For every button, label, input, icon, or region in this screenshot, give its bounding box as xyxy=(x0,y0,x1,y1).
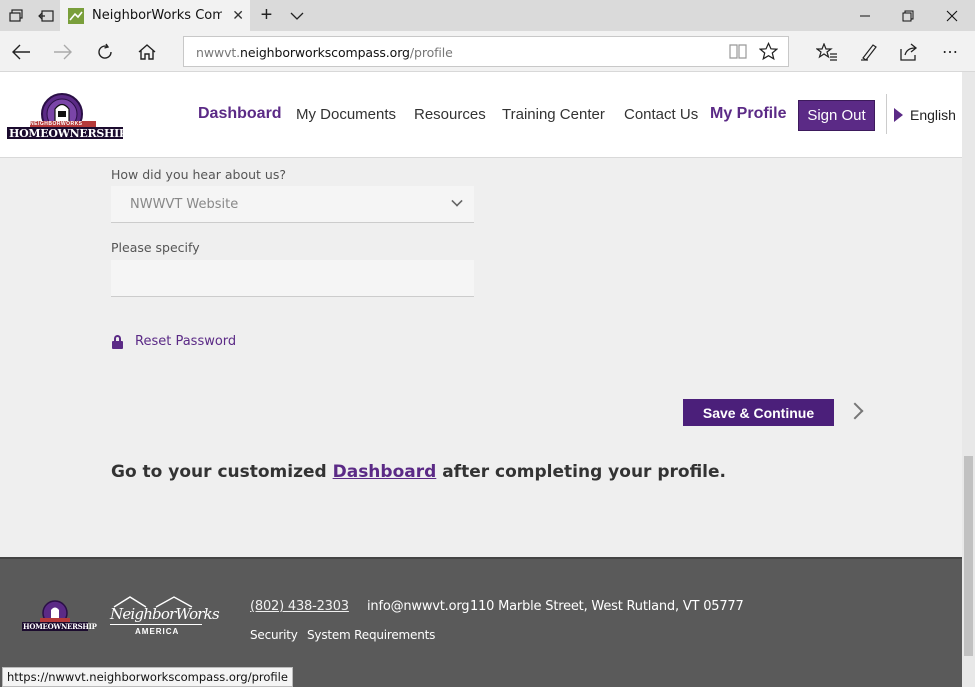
footer-system-requirements-link[interactable]: System Requirements xyxy=(307,628,435,642)
sign-out-button[interactable]: Sign Out xyxy=(798,100,875,131)
set-tabs-aside-icon[interactable] xyxy=(30,0,61,31)
nav-resources[interactable]: Resources xyxy=(414,106,486,123)
nav-dashboard[interactable]: Dashboard xyxy=(198,105,282,123)
minimize-icon[interactable] xyxy=(843,0,887,31)
site-favicon-icon xyxy=(68,7,84,24)
web-note-pen-icon[interactable] xyxy=(848,31,890,72)
tab-actions-icon[interactable] xyxy=(0,0,31,31)
favorite-star-icon[interactable] xyxy=(758,41,779,66)
nav-my-profile[interactable]: My Profile xyxy=(710,105,786,123)
home-icon[interactable] xyxy=(126,31,168,72)
refresh-icon[interactable] xyxy=(84,31,126,72)
footer-homeownership-logo[interactable]: HOMEOWNERSHIP xyxy=(22,599,97,633)
more-options-icon[interactable]: ⋯ xyxy=(930,31,972,72)
nav-my-documents[interactable]: My Documents xyxy=(296,106,396,123)
new-tab-icon[interactable]: + xyxy=(251,0,282,31)
language-arrow-icon[interactable] xyxy=(894,108,903,122)
page-viewport: NEIGHBORWORKS HOMEOWNERSHIP Dashboard My… xyxy=(0,72,962,687)
dashboard-prompt: Go to your customized Dashboard after co… xyxy=(111,462,726,482)
reading-view-icon[interactable] xyxy=(729,43,747,65)
neighborworks-logo-text: NeighborWorks xyxy=(110,605,220,623)
browser-titlebar: NeighborWorks Compa ✕ + xyxy=(0,0,975,31)
status-url-tooltip: https://nwwvt.neighborworkscompass.org/p… xyxy=(2,667,293,687)
footer-email-link[interactable]: info@nwwvt.org xyxy=(367,599,470,614)
scrollbar-thumb[interactable] xyxy=(964,456,973,656)
nav-contact-us[interactable]: Contact Us xyxy=(624,106,698,123)
please-specify-label: Please specify xyxy=(111,240,200,255)
footer-address: 110 Marble Street, West Rutland, VT 0577… xyxy=(470,599,744,614)
back-icon[interactable] xyxy=(0,31,42,72)
close-tab-icon[interactable]: ✕ xyxy=(232,7,244,24)
reset-password-label: Reset Password xyxy=(135,334,237,349)
dashboard-link[interactable]: Dashboard xyxy=(333,462,437,482)
browser-toolbar: nwwvt.neighborworkscompass.org/profile ⋯ xyxy=(0,31,975,72)
close-window-icon[interactable] xyxy=(930,0,974,31)
chevron-down-icon xyxy=(451,195,463,207)
page-scrollbar[interactable] xyxy=(962,72,975,687)
reset-password-link[interactable]: Reset Password xyxy=(112,334,236,349)
hear-about-select[interactable]: NWWVT Website xyxy=(111,186,474,223)
language-divider xyxy=(886,94,887,134)
footer-security-link[interactable]: Security xyxy=(250,628,298,642)
restore-icon[interactable] xyxy=(886,0,930,31)
favorites-hub-icon[interactable] xyxy=(806,31,848,72)
neighborworks-logo-sub: AMERICA xyxy=(135,627,180,636)
neighborworks-america-logo[interactable]: NeighborWorks AMERICA xyxy=(108,595,220,637)
lock-icon xyxy=(112,334,123,349)
logo-text: HOMEOWNERSHIP xyxy=(9,127,127,140)
site-header: NEIGHBORWORKS HOMEOWNERSHIP Dashboard My… xyxy=(0,72,962,158)
footer-logo-text: HOMEOWNERSHIP xyxy=(23,622,97,631)
chevron-right-icon[interactable] xyxy=(846,402,864,420)
homeownership-logo[interactable]: NEIGHBORWORKS HOMEOWNERSHIP xyxy=(6,92,127,144)
hear-about-value: NWWVT Website xyxy=(130,197,239,212)
save-continue-button[interactable]: Save & Continue xyxy=(683,399,834,426)
tab-list-chevron-icon[interactable] xyxy=(281,0,312,31)
language-selector[interactable]: English xyxy=(910,107,956,123)
tab-title: NeighborWorks Compa xyxy=(92,8,222,23)
hear-about-label: How did you hear about us? xyxy=(111,167,286,182)
forward-icon[interactable] xyxy=(42,31,84,72)
tab-neighborworks[interactable]: NeighborWorks Compa ✕ xyxy=(60,0,250,31)
please-specify-input[interactable] xyxy=(111,260,474,297)
nav-training-center[interactable]: Training Center xyxy=(502,106,605,123)
footer-phone-link[interactable]: (802) 438-2303 xyxy=(250,599,349,614)
share-icon[interactable] xyxy=(888,31,930,72)
url-text: nwwvt.neighborworkscompass.org/profile xyxy=(196,45,453,60)
address-input[interactable]: nwwvt.neighborworkscompass.org/profile xyxy=(183,36,789,67)
